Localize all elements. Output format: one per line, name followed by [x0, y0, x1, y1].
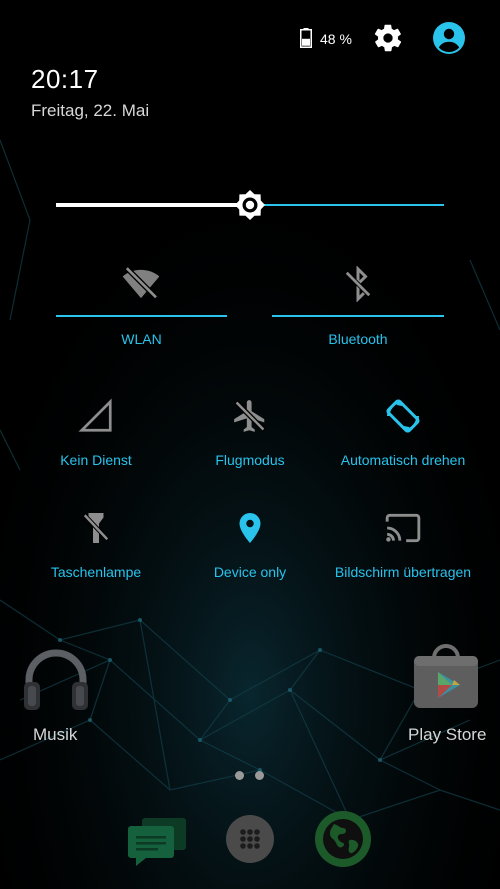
bluetooth-label: Bluetooth [328, 331, 388, 347]
bluetooth-toggle[interactable]: Bluetooth [272, 258, 444, 358]
brightness-thumb[interactable] [234, 189, 266, 221]
auto-rotate-icon [386, 399, 420, 433]
dock-app-drawer[interactable] [225, 814, 275, 864]
airplane-off-icon [233, 399, 267, 433]
user-account-icon [433, 22, 465, 54]
cast-screen-icon [385, 513, 421, 543]
page-dot-2 [255, 771, 264, 780]
clock-time: 20:17 [31, 64, 99, 94]
headphones-icon [24, 649, 88, 710]
app-play-store-label: Play Store [408, 725, 487, 744]
dock-browser[interactable] [314, 810, 372, 868]
location-pin-icon [239, 513, 261, 543]
wlan-label: WLAN [121, 331, 162, 347]
dock-messaging[interactable] [126, 814, 188, 866]
app-musik[interactable]: Musik [18, 646, 98, 750]
settings-gear-icon [374, 24, 402, 52]
wifi-off-icon [122, 266, 160, 300]
tile-flugmodus-label: Flugmodus [215, 452, 285, 468]
date-text: Freitag, 22. Mai [31, 101, 150, 120]
tile-kein-dienst[interactable]: Kein Dienst [26, 390, 166, 480]
tile-device-only-label: Device only [213, 564, 287, 580]
page-dot-1 [235, 771, 244, 780]
tile-taschenlampe[interactable]: Taschenlampe [26, 502, 166, 592]
brightness-slider[interactable] [56, 188, 444, 222]
brightness-track-filled [56, 203, 238, 207]
app-drawer-icon [226, 815, 274, 863]
tile-taschenlampe-label: Taschenlampe [50, 564, 142, 580]
battery-percent: 48 % [320, 31, 352, 47]
page-indicator [235, 771, 267, 781]
brightness-sun-icon [235, 190, 265, 220]
messaging-icon [128, 818, 186, 866]
battery-icon [300, 28, 312, 48]
browser-globe-icon [315, 811, 371, 867]
tile-bildschirm-uebertragen-label: Bildschirm übertragen [334, 564, 472, 580]
brightness-track-empty [262, 204, 444, 206]
flashlight-off-icon [82, 512, 110, 543]
tile-automatisch-drehen[interactable]: Automatisch drehen [330, 390, 476, 480]
tile-bildschirm-uebertragen[interactable]: Bildschirm übertragen [330, 502, 476, 592]
bluetooth-off-icon [344, 266, 372, 302]
signal-icon [78, 398, 112, 432]
tile-device-only[interactable]: Device only [180, 502, 320, 592]
battery-indicator [300, 28, 312, 53]
tile-automatisch-drehen-label: Automatisch drehen [340, 452, 466, 468]
tile-kein-dienst-label: Kein Dienst [60, 452, 132, 468]
app-musik-label: Musik [33, 725, 78, 744]
settings-button[interactable] [372, 22, 404, 54]
tile-flugmodus[interactable]: Flugmodus [180, 390, 320, 480]
bluetooth-underline [272, 315, 444, 317]
user-account-button[interactable] [432, 21, 466, 55]
app-play-store[interactable]: Play Store [400, 640, 492, 750]
wlan-underline [56, 315, 227, 317]
play-store-icon [414, 644, 478, 708]
wlan-toggle[interactable]: WLAN [56, 258, 227, 358]
